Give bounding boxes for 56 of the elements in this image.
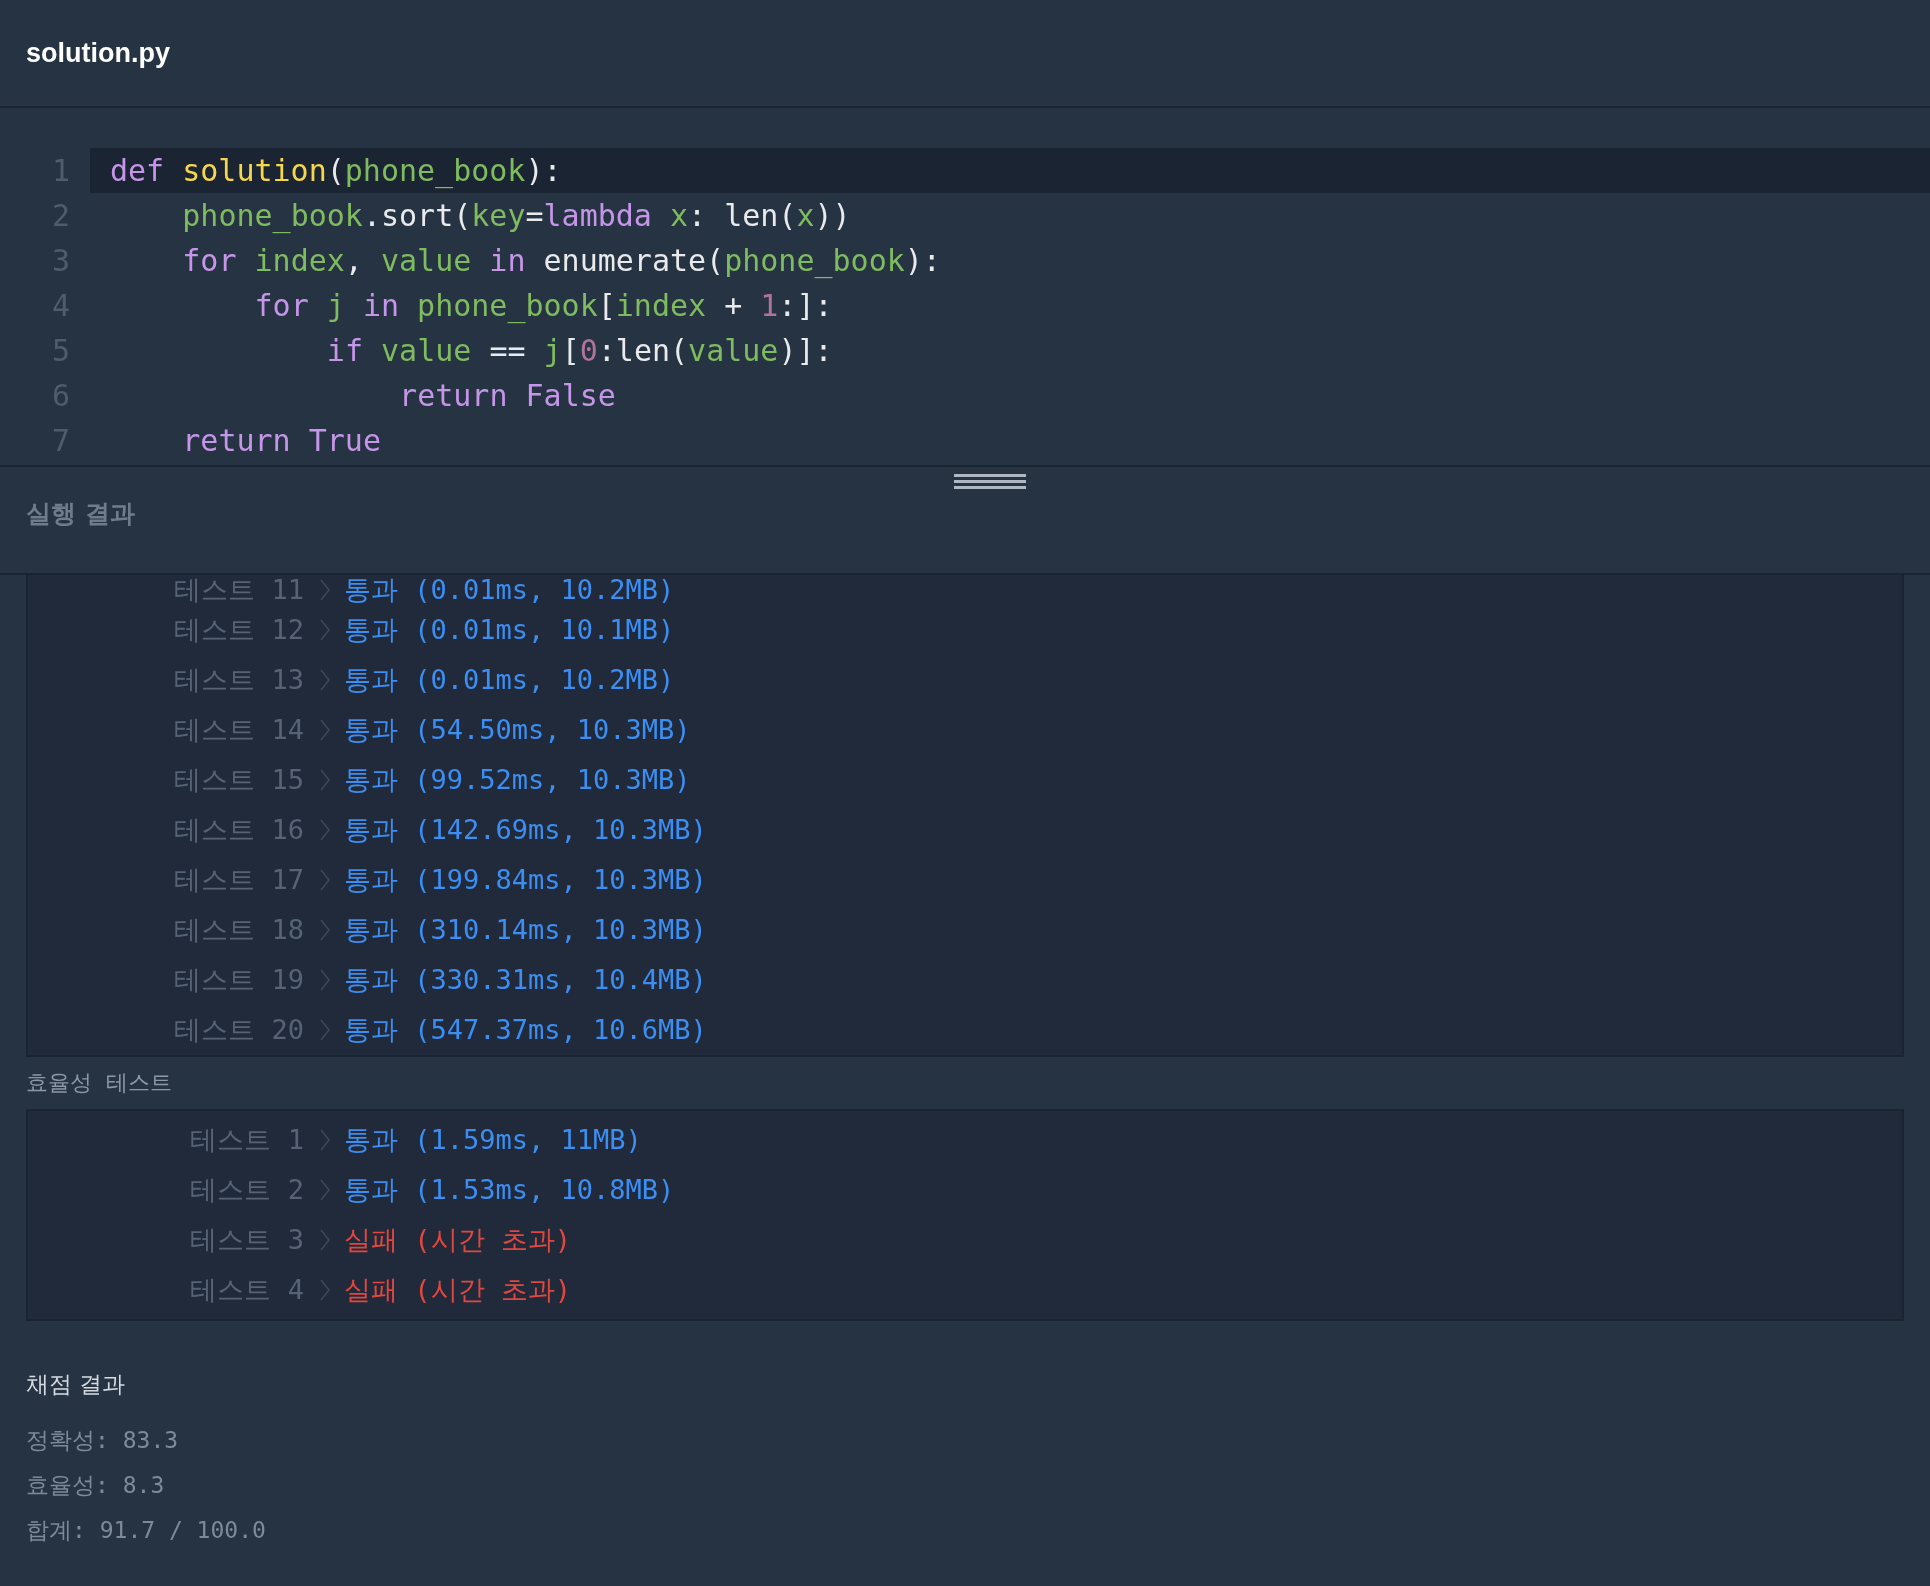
test-result: 통과 (54.50ms, 10.3MB) — [344, 713, 691, 747]
test-result: 통과 (310.14ms, 10.3MB) — [344, 913, 707, 947]
test-label: 테스트 1 — [189, 1123, 304, 1157]
test-label: 테스트 11 — [173, 573, 304, 607]
test-label: 테스트 15 — [173, 763, 304, 797]
test-result: 통과 (142.69ms, 10.3MB) — [344, 813, 707, 847]
test-result: 통과 (99.52ms, 10.3MB) — [344, 763, 691, 797]
results-title: 실행 결과 — [26, 498, 135, 530]
chevron-icon — [320, 1279, 330, 1301]
test-label: 테스트 12 — [173, 613, 304, 647]
test-label: 테스트 16 — [173, 813, 304, 847]
chevron-icon — [320, 1019, 330, 1041]
chevron-icon — [320, 869, 330, 891]
test-result: 실패 (시간 초과) — [344, 1223, 572, 1257]
code-line: return False — [398, 377, 617, 415]
test-label: 테스트 14 — [173, 713, 304, 747]
score-text: 효율성: 8.3 — [26, 1471, 166, 1500]
chevron-icon — [320, 1179, 330, 1201]
test-label: 테스트 19 — [173, 963, 304, 997]
chevron-icon — [320, 919, 330, 941]
file-tab-title: solution.py — [26, 37, 170, 69]
test-label: 테스트 20 — [173, 1013, 304, 1047]
code-line: for index, value in enumerate(phone_book): — [181, 242, 942, 281]
test-result: 실패 (시간 초과) — [344, 1273, 572, 1307]
test-label: 테스트 4 — [189, 1273, 304, 1307]
test-result: 통과 (0.01ms, 10.1MB) — [344, 613, 675, 647]
test-label: 테스트 17 — [173, 863, 304, 897]
test-result: 통과 (0.01ms, 10.2MB) — [344, 573, 675, 607]
code-line: phone_book.sort(key=lambda x: len(x)) — [181, 197, 852, 236]
test-label: 테스트 13 — [173, 663, 304, 697]
chevron-icon — [320, 619, 330, 641]
chevron-icon — [320, 819, 330, 841]
test-result: 통과 (547.37ms, 10.6MB) — [344, 1013, 707, 1047]
test-result: 통과 (1.59ms, 11MB) — [344, 1123, 642, 1157]
chevron-icon — [320, 1129, 330, 1151]
chevron-icon — [320, 669, 330, 691]
test-result: 통과 (0.01ms, 10.2MB) — [344, 663, 675, 697]
score-text: 합계: 91.7 / 100.0 — [26, 1516, 267, 1545]
code-line: if value == j[0:len(value)]: — [325, 332, 834, 370]
grading-title: 채점 결과 — [26, 1370, 127, 1399]
test-label: 테스트 3 — [189, 1223, 304, 1257]
test-label: 테스트 2 — [189, 1173, 304, 1207]
test-result: 통과 (199.84ms, 10.3MB) — [344, 863, 707, 897]
code-line: for j in phone_book[index + 1:]: — [253, 287, 834, 326]
chevron-icon — [320, 769, 330, 791]
test-label: 테스트 18 — [173, 913, 304, 947]
efficiency-heading: 효율성 테스트 — [26, 1069, 173, 1097]
test-result: 통과 (1.53ms, 10.8MB) — [344, 1173, 675, 1207]
resize-handle-icon[interactable] — [954, 473, 1026, 489]
chevron-icon — [320, 719, 330, 741]
chevron-icon — [320, 579, 330, 601]
score-text: 정확성: 83.3 — [26, 1426, 180, 1455]
chevron-icon — [320, 1229, 330, 1251]
code-line: return True — [181, 422, 382, 460]
chevron-icon — [320, 969, 330, 991]
test-result: 통과 (330.31ms, 10.4MB) — [344, 963, 707, 997]
